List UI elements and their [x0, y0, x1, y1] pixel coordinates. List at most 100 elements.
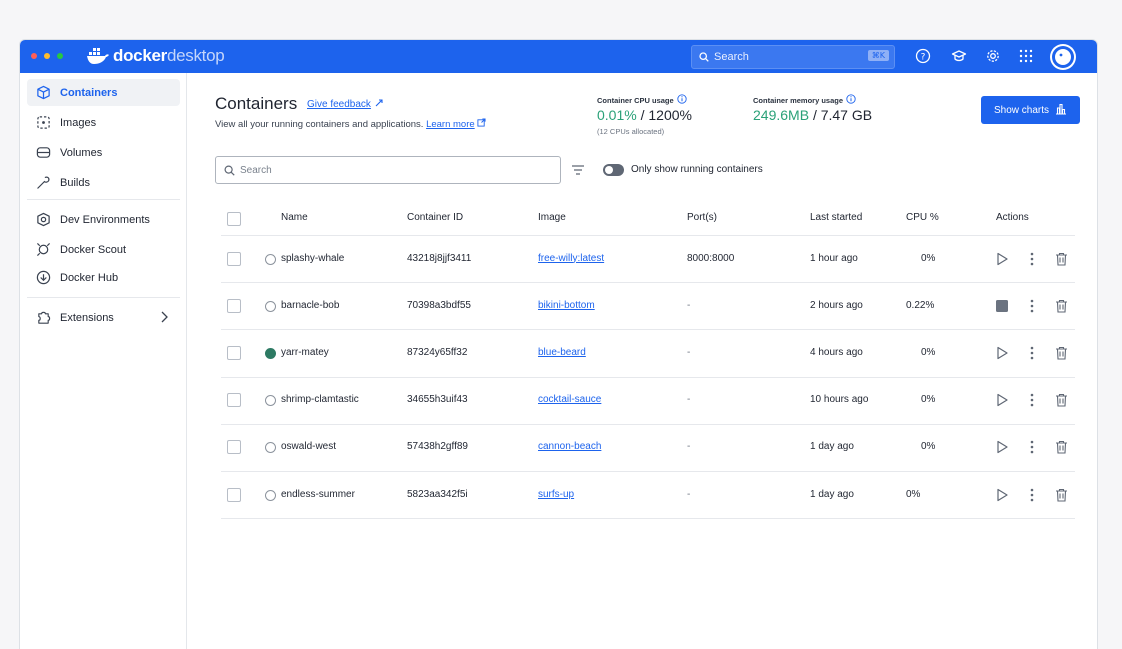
container-cpu: 0% [921, 394, 936, 406]
container-image-link[interactable]: free-willy:latest [538, 253, 604, 264]
sidebar-item-containers[interactable]: Containers [27, 79, 180, 106]
info-icon[interactable] [677, 94, 687, 106]
sidebar-item-docker-hub[interactable]: Docker Hub [27, 264, 180, 291]
learning-center-icon[interactable] [950, 47, 968, 65]
stop-icon[interactable] [995, 299, 1009, 313]
start-icon[interactable] [995, 488, 1009, 502]
account-avatar-icon[interactable] [1050, 44, 1076, 70]
subtitle-text: View all your running containers and app… [215, 119, 424, 130]
filter-icon[interactable] [571, 163, 585, 181]
container-search-input[interactable]: Search [215, 156, 561, 184]
sidebar-item-volumes[interactable]: Volumes [27, 139, 180, 166]
global-search-placeholder: Search [714, 51, 749, 63]
sidebar-item-docker-scout[interactable]: Docker Scout [27, 236, 180, 263]
delete-trash-icon[interactable] [1054, 299, 1068, 313]
delete-trash-icon[interactable] [1054, 393, 1068, 407]
global-search-input[interactable]: Search ⌘K [691, 45, 895, 69]
column-header-cpu[interactable]: CPU % [906, 212, 939, 223]
more-options-icon[interactable] [1025, 299, 1039, 313]
container-cpu: 0% [906, 488, 921, 500]
start-icon[interactable] [995, 393, 1009, 407]
row-checkbox[interactable] [227, 298, 241, 313]
memory-usage-current: 249.6MB [753, 107, 810, 123]
row-checkbox[interactable] [227, 346, 241, 360]
info-icon[interactable] [846, 94, 856, 106]
sidebar-item-builds[interactable]: Builds [27, 169, 180, 196]
brand-suffix: desktop [166, 46, 225, 65]
container-image-link[interactable]: bikini-bottom [538, 300, 595, 311]
builds-wrench-icon [35, 175, 51, 191]
shortcut-badge: ⌘K [867, 50, 889, 61]
container-cpu: 0% [921, 347, 936, 358]
learn-more-link[interactable]: Learn more [426, 119, 475, 130]
delete-trash-icon[interactable] [1054, 252, 1068, 266]
title-bar: dockerdesktop Search ⌘K ? [20, 40, 1097, 73]
search-placeholder: Search [240, 164, 272, 176]
sidebar-item-images[interactable]: Images [27, 109, 180, 136]
container-id: 57438h2gff89 [407, 441, 468, 453]
container-name[interactable]: oswald-west [281, 441, 336, 452]
sidebar-item-dev-environments[interactable]: Dev Environments [27, 206, 180, 233]
page-subtitle: View all your running containers and app… [215, 118, 486, 130]
container-cpu: 0.22% [906, 299, 935, 311]
show-charts-label: Show charts [993, 104, 1050, 116]
container-image-link[interactable]: cannon-beach [538, 441, 601, 452]
row-checkbox[interactable] [227, 251, 241, 266]
sidebar-divider [27, 199, 180, 200]
minimize-window-button[interactable] [44, 53, 50, 59]
cpu-usage-total: / 1200% [640, 107, 692, 123]
more-options-icon[interactable] [1025, 252, 1039, 266]
external-link-icon [477, 118, 486, 130]
column-header-name[interactable]: Name [281, 212, 308, 223]
memory-usage-label: Container memory usage [753, 94, 856, 106]
start-icon[interactable] [995, 440, 1009, 454]
more-options-icon[interactable] [1025, 488, 1039, 502]
container-name[interactable]: endless-summer [281, 489, 355, 500]
more-options-icon[interactable] [1025, 393, 1039, 407]
maximize-window-button[interactable] [57, 53, 63, 59]
start-icon[interactable] [995, 252, 1009, 266]
column-header-last-started[interactable]: Last started [810, 212, 862, 223]
close-window-button[interactable] [31, 53, 37, 59]
sidebar-item-label: Images [60, 116, 97, 129]
page-title: Containers [215, 94, 298, 113]
container-image-link[interactable]: blue-beard [538, 347, 586, 358]
search-icon [699, 52, 709, 62]
container-name[interactable]: splashy-whale [281, 253, 344, 264]
help-icon[interactable]: ? [914, 47, 932, 65]
cpu-usage-label-text: Container CPU usage [597, 95, 674, 105]
sidebar-item-extensions[interactable]: Extensions [27, 304, 180, 331]
delete-trash-icon[interactable] [1054, 440, 1068, 454]
cpu-usage-value: 0.01% / 1200% [597, 107, 692, 123]
select-all-checkbox[interactable] [227, 212, 241, 226]
column-header-image[interactable]: Image [538, 212, 566, 223]
column-header-ports[interactable]: Port(s) [687, 212, 717, 223]
start-icon[interactable] [995, 346, 1009, 360]
show-charts-button[interactable]: Show charts [981, 96, 1080, 124]
container-image-link[interactable]: surfs-up [538, 489, 574, 500]
container-name[interactable]: yarr-matey [281, 347, 329, 358]
running-only-toggle[interactable] [603, 164, 624, 176]
container-image-link[interactable]: cocktail-sauce [538, 394, 601, 405]
give-feedback-link[interactable]: Give feedback [307, 98, 384, 111]
sidebar-item-label: Extensions [60, 311, 114, 324]
delete-trash-icon[interactable] [1054, 346, 1068, 360]
row-divider [221, 471, 1075, 472]
row-checkbox[interactable] [227, 440, 241, 455]
container-name[interactable]: barnacle-bob [281, 300, 339, 311]
row-checkbox[interactable] [227, 393, 241, 408]
search-icon [224, 164, 235, 176]
sidebar-item-label: Containers [60, 86, 118, 99]
more-options-icon[interactable] [1025, 346, 1039, 360]
delete-trash-icon[interactable] [1054, 488, 1068, 502]
row-checkbox[interactable] [227, 487, 241, 502]
status-indicator-icon [265, 395, 276, 407]
extensions-grid-icon[interactable] [1017, 47, 1035, 65]
container-last-started: 10 hours ago [810, 394, 869, 406]
status-indicator-icon [265, 253, 276, 265]
settings-gear-icon[interactable] [984, 47, 1002, 65]
svg-text:?: ? [921, 53, 926, 63]
more-options-icon[interactable] [1025, 440, 1039, 454]
column-header-container-id[interactable]: Container ID [407, 212, 463, 223]
container-name[interactable]: shrimp-clamtastic [281, 394, 359, 405]
